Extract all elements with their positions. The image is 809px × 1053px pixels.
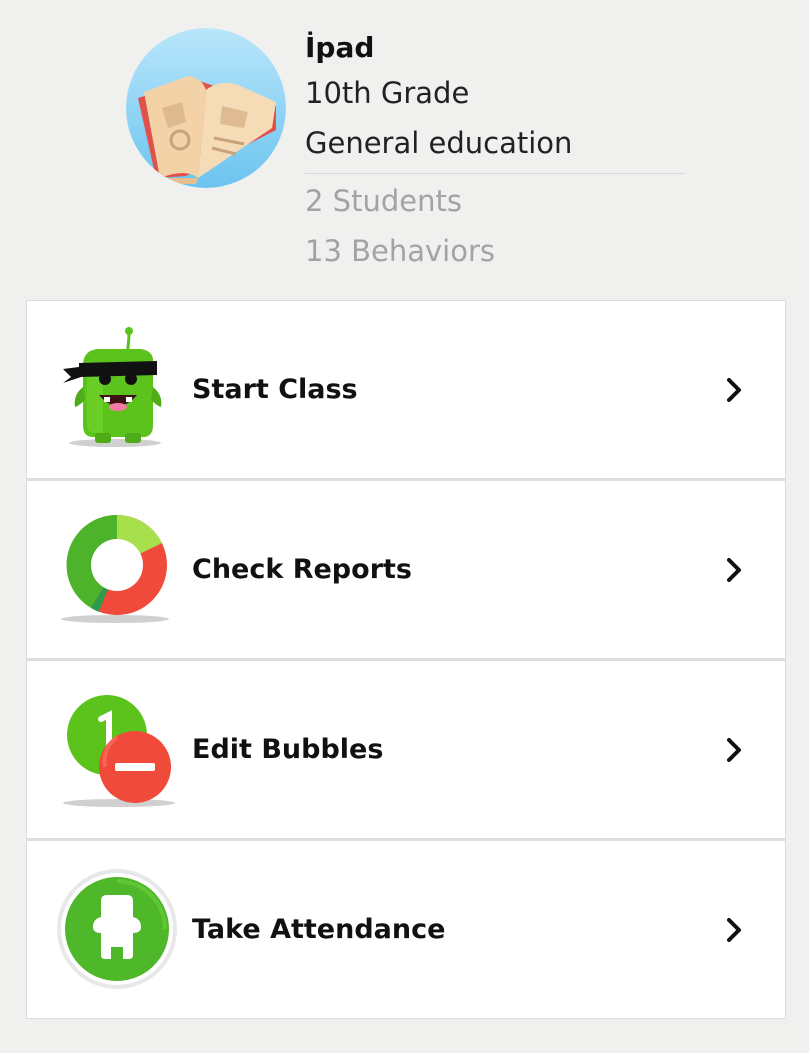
class-grade: 10th Grade [305, 76, 470, 110]
class-actions-menu: Start Class Check Reports Edit Bubbles T… [26, 300, 786, 1019]
edit-bubbles-button[interactable]: Edit Bubbles [27, 661, 785, 838]
chevron-right-icon [719, 735, 749, 765]
class-info: İpad 10th Grade General education 2 Stud… [305, 28, 685, 276]
start-class-button[interactable]: Start Class [27, 301, 785, 478]
check-reports-label: Check Reports [192, 554, 412, 585]
divider [305, 173, 685, 174]
class-name: İpad [305, 31, 375, 64]
chevron-right-icon [719, 555, 749, 585]
monster-icon [57, 325, 181, 455]
class-book-avatar-icon [126, 28, 286, 188]
take-attendance-button[interactable]: Take Attendance [27, 841, 785, 1018]
students-count: 2 Students [305, 184, 462, 218]
behaviors-count: 13 Behaviors [305, 234, 496, 268]
chevron-right-icon [719, 915, 749, 945]
class-subject: General education [305, 126, 573, 160]
class-header: İpad 10th Grade General education 2 Stud… [0, 0, 809, 300]
check-reports-button[interactable]: Check Reports [27, 481, 785, 658]
donut-chart-icon [57, 505, 181, 635]
start-class-label: Start Class [192, 374, 358, 405]
chevron-right-icon [719, 375, 749, 405]
attendance-icon [57, 865, 181, 995]
edit-bubbles-label: Edit Bubbles [192, 734, 384, 765]
take-attendance-label: Take Attendance [192, 914, 446, 945]
bubbles-icon [57, 685, 181, 815]
